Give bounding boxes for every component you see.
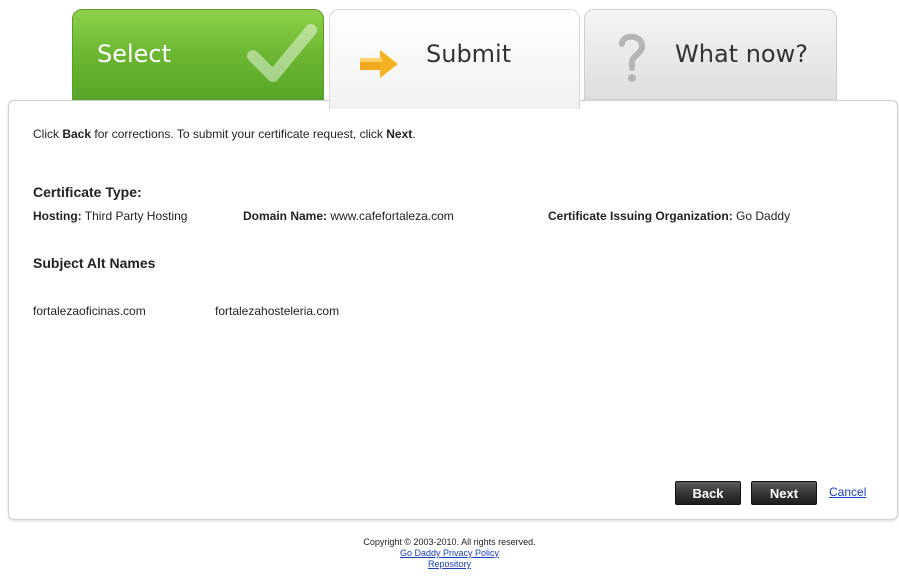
review-panel: Click Back for corrections. To submit yo… [8,100,898,520]
domain-value: www.cafefortaleza.com [330,209,454,223]
instructions-suffix: . [412,127,416,141]
hosting-label: Hosting: [33,209,82,223]
cancel-link[interactable]: Cancel [829,485,866,499]
tab-select-label: Select [97,40,172,68]
tab-submit[interactable]: Submit [329,9,580,109]
instructions-prefix: Click [33,127,63,141]
hosting-value: Third Party Hosting [84,209,188,223]
domain-field: Domain Name: www.cafefortaleza.com [243,209,454,223]
instructions-middle: for corrections. To submit your certific… [91,127,387,141]
arrow-right-icon [360,48,400,85]
org-label: Certificate Issuing Organization: [548,209,733,223]
tab-select[interactable]: Select [72,9,324,105]
tab-submit-label: Submit [426,40,512,68]
tab-what-now-label: What now? [675,40,808,68]
subject-alt-names-heading: Subject Alt Names [33,255,156,271]
org-field: Certificate Issuing Organization: Go Dad… [548,209,790,223]
instructions-next: Next [386,127,413,141]
copyright-text: Copyright © 2003-2010. All rights reserv… [363,537,536,547]
instructions-back: Back [62,127,92,141]
domain-label: Domain Name: [243,209,328,223]
tab-what-now[interactable]: What now? [584,9,837,105]
question-mark-icon [617,30,647,91]
alt-name-item: fortalezahosteleria.com [215,304,340,318]
instructions-text: Click Back for corrections. To submit yo… [33,127,416,141]
next-button[interactable]: Next [751,481,817,505]
privacy-policy-link[interactable]: Go Daddy Privacy Policy [0,548,899,559]
checkmark-icon [247,20,317,95]
alt-name-item: fortalezaoficinas.com [33,304,146,318]
repository-link[interactable]: Repository [0,559,899,570]
footer: Copyright © 2003-2010. All rights reserv… [0,537,899,570]
hosting-field: Hosting: Third Party Hosting [33,209,187,223]
org-value: Go Daddy [736,209,791,223]
certificate-type-heading: Certificate Type: [33,184,142,200]
back-button[interactable]: Back [675,481,741,505]
